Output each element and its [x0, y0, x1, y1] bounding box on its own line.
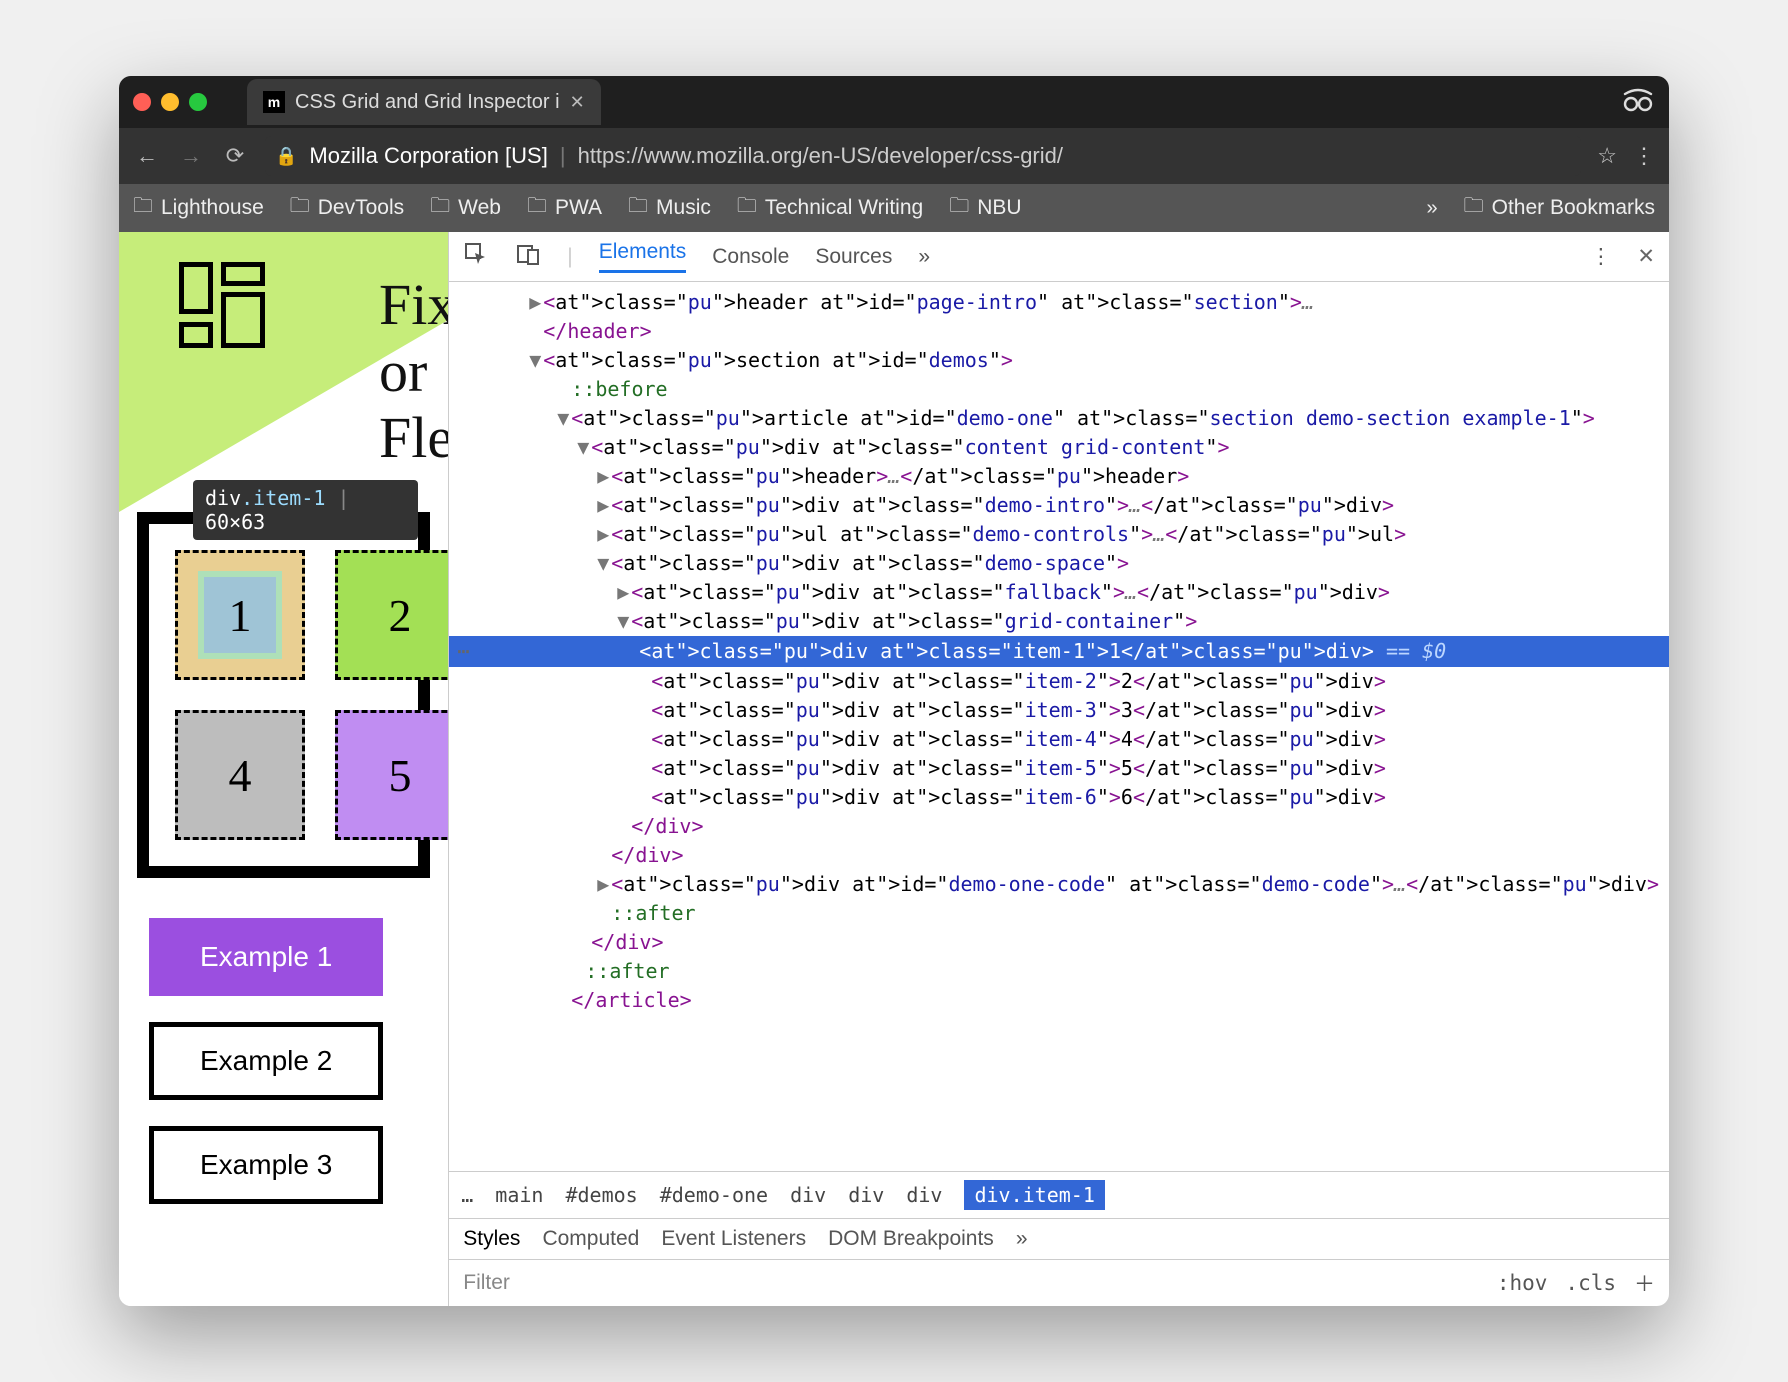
inspect-tooltip: div.item-1 | 60×63 — [193, 480, 418, 540]
dom-tree[interactable]: ▶<at">class="pu">header at">id="page-int… — [449, 282, 1669, 1171]
hov-button[interactable]: :hov — [1497, 1271, 1548, 1295]
grid-cell[interactable]: 1 — [175, 550, 305, 680]
example-button[interactable]: Example 3 — [149, 1126, 383, 1204]
breadcrumbs: … main #demos #demo-one div div div div.… — [449, 1171, 1669, 1218]
tab-title: CSS Grid and Grid Inspector i — [295, 91, 560, 114]
folder-icon: 🗀 — [737, 191, 757, 225]
devtools-menu-icon[interactable]: ⋮ — [1590, 244, 1611, 269]
window-minimize-button[interactable] — [161, 93, 179, 111]
tab-console[interactable]: Console — [712, 245, 789, 269]
folder-icon: 🗀 — [290, 191, 310, 225]
crumb[interactable]: div — [790, 1183, 826, 1207]
menu-button[interactable]: ⋮ — [1633, 143, 1655, 169]
example-button[interactable]: Example 2 — [149, 1022, 383, 1100]
grid-demo: div.item-1 | 60×63 1 2 3 4 5 6 — [137, 512, 430, 878]
tab-overflow-icon[interactable]: » — [918, 245, 930, 269]
bookmark-item[interactable]: 🗀Web — [430, 191, 501, 225]
devtools-panel: | Elements Console Sources » ⋮ ✕ ▶<at">c… — [448, 232, 1669, 1306]
grid-logo-icon — [179, 262, 269, 352]
grid-cell[interactable]: 5 — [335, 710, 448, 840]
selected-dom-node[interactable]: ⋯<at">class="pu">div at">class="item-1">… — [449, 636, 1669, 667]
devtools-tabs: | Elements Console Sources » ⋮ ✕ — [449, 232, 1669, 282]
folder-icon: 🗀 — [949, 191, 969, 225]
incognito-icon — [1621, 84, 1655, 121]
other-bookmarks[interactable]: 🗀Other Bookmarks — [1464, 191, 1655, 225]
crumb[interactable]: #demo-one — [660, 1183, 768, 1207]
folder-icon: 🗀 — [430, 191, 450, 225]
lock-icon: 🔒 — [275, 146, 297, 167]
close-tab-icon[interactable]: ✕ — [570, 92, 585, 113]
tab-event-listeners[interactable]: Event Listeners — [661, 1227, 806, 1251]
page-title: Fixed or Flexible — [379, 272, 448, 472]
styles-tabs: Styles Computed Event Listeners DOM Brea… — [449, 1218, 1669, 1259]
tab-sources[interactable]: Sources — [815, 245, 892, 269]
url-bar[interactable]: 🔒 Mozilla Corporation [US] | https://www… — [265, 136, 1581, 176]
separator: | — [560, 143, 566, 169]
favicon-icon: m — [263, 91, 285, 113]
tab-overflow-icon[interactable]: » — [1016, 1227, 1028, 1251]
close-devtools-icon[interactable]: ✕ — [1637, 244, 1655, 269]
bookmark-item[interactable]: 🗀PWA — [527, 191, 602, 225]
crumb[interactable]: … — [461, 1183, 473, 1207]
filter-input[interactable]: Filter — [463, 1271, 1479, 1295]
url-text: https://www.mozilla.org/en-US/developer/… — [578, 143, 1063, 169]
crumb[interactable]: div — [848, 1183, 884, 1207]
overflow-icon[interactable]: » — [1426, 197, 1437, 220]
device-toggle-icon[interactable] — [515, 243, 541, 271]
browser-window: m CSS Grid and Grid Inspector i ✕ ← → ⟳ … — [119, 76, 1669, 1306]
crumb[interactable]: #demos — [565, 1183, 637, 1207]
bookmarks-bar: 🗀Lighthouse 🗀DevTools 🗀Web 🗀PWA 🗀Music 🗀… — [119, 184, 1669, 232]
folder-icon: 🗀 — [133, 191, 153, 225]
browser-tab[interactable]: m CSS Grid and Grid Inspector i ✕ — [247, 79, 601, 125]
tab-computed[interactable]: Computed — [542, 1227, 639, 1251]
example-button[interactable]: Example 1 — [149, 918, 383, 996]
bookmark-item[interactable]: 🗀Technical Writing — [737, 191, 923, 225]
window-close-button[interactable] — [133, 93, 151, 111]
add-rule-icon[interactable]: ＋ — [1634, 1268, 1655, 1298]
forward-button[interactable]: → — [177, 143, 205, 169]
folder-icon: 🗀 — [527, 191, 547, 225]
bookmark-item[interactable]: 🗀NBU — [949, 191, 1021, 225]
window-zoom-button[interactable] — [189, 93, 207, 111]
tab-dom-breakpoints[interactable]: DOM Breakpoints — [828, 1227, 994, 1251]
bookmark-item[interactable]: 🗀Music — [628, 191, 711, 225]
folder-icon: 🗀 — [1464, 191, 1484, 225]
bookmark-item[interactable]: 🗀DevTools — [290, 191, 404, 225]
back-button[interactable]: ← — [133, 143, 161, 169]
bookmark-item[interactable]: 🗀Lighthouse — [133, 191, 264, 225]
cls-button[interactable]: .cls — [1565, 1271, 1616, 1295]
example-buttons: Example 1 Example 2 Example 3 — [149, 918, 418, 1204]
page-viewport: Fixed or Flexible div.item-1 | 60×63 1 2… — [119, 232, 448, 1306]
tab-elements[interactable]: Elements — [599, 240, 687, 273]
secure-org: Mozilla Corporation [US] — [309, 143, 547, 169]
inspect-element-icon[interactable] — [463, 243, 489, 271]
folder-icon: 🗀 — [628, 191, 648, 225]
tab-styles[interactable]: Styles — [463, 1227, 520, 1251]
crumb-active[interactable]: div.item-1 — [964, 1180, 1104, 1210]
toolbar: ← → ⟳ 🔒 Mozilla Corporation [US] | https… — [119, 128, 1669, 184]
grid-cell[interactable]: 2 — [335, 550, 448, 680]
crumb[interactable]: main — [495, 1183, 543, 1207]
reload-button[interactable]: ⟳ — [221, 143, 249, 169]
bookmark-star-icon[interactable]: ☆ — [1597, 143, 1617, 169]
titlebar: m CSS Grid and Grid Inspector i ✕ — [119, 76, 1669, 128]
styles-filter-row: Filter :hov .cls ＋ — [449, 1259, 1669, 1306]
crumb[interactable]: div — [906, 1183, 942, 1207]
grid-cell[interactable]: 4 — [175, 710, 305, 840]
